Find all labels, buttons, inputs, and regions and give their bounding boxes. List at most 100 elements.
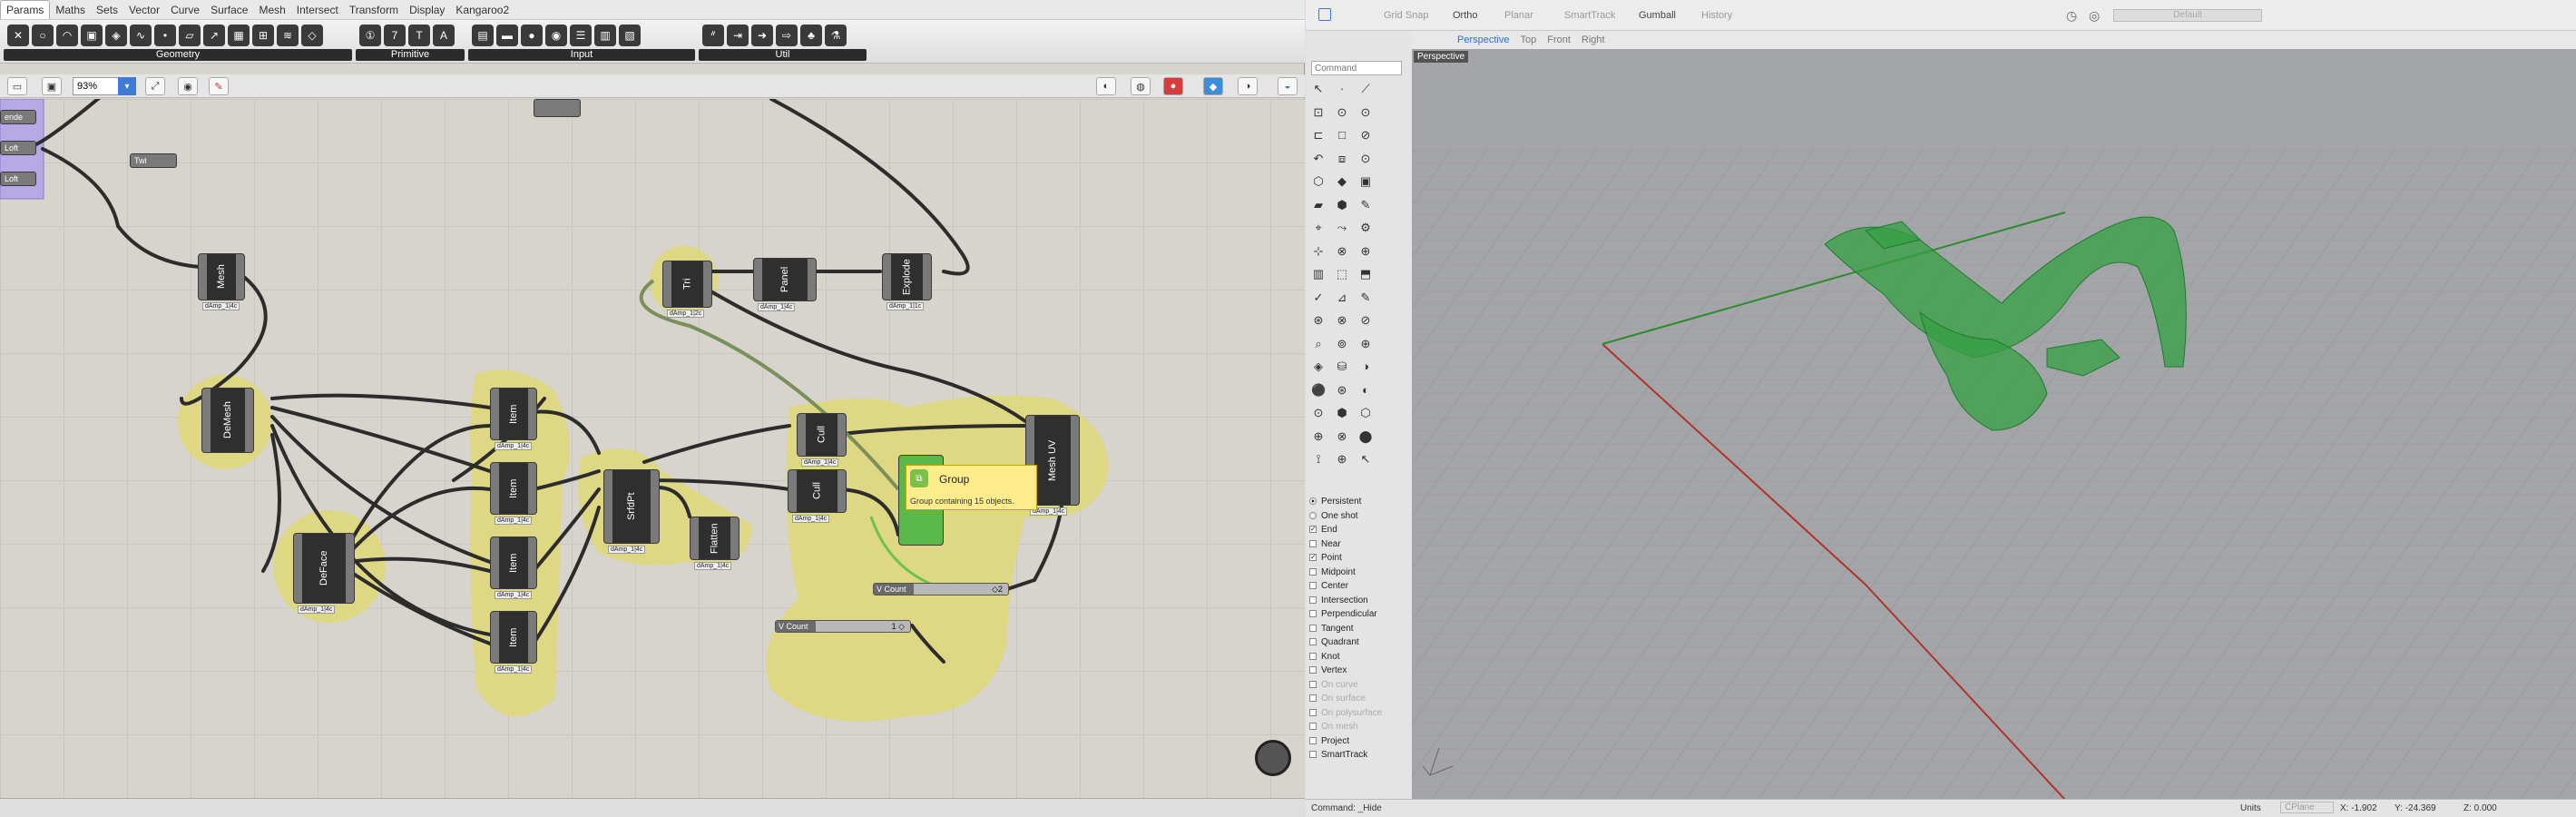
rhino-tool-icon[interactable]: · xyxy=(1335,82,1349,96)
osnap-persistent[interactable]: Persistent xyxy=(1309,495,1409,509)
text-icon[interactable]: T xyxy=(408,25,430,46)
rhino-tool-icon[interactable]: ⬒ xyxy=(1358,267,1373,281)
slider-icon[interactable]: ▬ xyxy=(496,25,518,46)
osnap-center[interactable]: Center xyxy=(1309,579,1409,594)
rhino-tool-icon[interactable]: ⊗ xyxy=(1335,313,1349,328)
osnap-vertex[interactable]: Vertex xyxy=(1309,664,1409,678)
rhino-tool-icon[interactable]: ⧈ xyxy=(1335,152,1349,166)
checkbox[interactable]: ✓ xyxy=(1309,526,1317,534)
radio-button[interactable] xyxy=(1309,497,1317,506)
display-icon[interactable]: ◑ xyxy=(1238,77,1258,95)
rhino-tool-icon[interactable]: ⌖ xyxy=(1311,221,1326,235)
osnap-on-surface[interactable]: On surface xyxy=(1309,692,1409,706)
integer-icon[interactable]: ① xyxy=(359,25,381,46)
osnap-midpoint[interactable]: Midpoint xyxy=(1309,566,1409,580)
cropped-node[interactable] xyxy=(534,99,581,117)
mode-ortho[interactable]: Ortho xyxy=(1453,10,1478,21)
rhino-tool-icon[interactable]: ✎ xyxy=(1358,198,1373,212)
status-cplane[interactable]: CPlane xyxy=(2280,802,2334,813)
jump-icon[interactable]: ⇥ xyxy=(727,25,749,46)
osnap-on-mesh[interactable]: On mesh xyxy=(1309,720,1409,734)
osnap-on-polysurface[interactable]: On polysurface xyxy=(1309,706,1409,721)
rhino-tool-icon[interactable]: ⛁ xyxy=(1335,359,1349,374)
tab-vector[interactable]: Vector xyxy=(123,1,165,19)
checkbox[interactable] xyxy=(1309,539,1317,547)
tab-sets[interactable]: Sets xyxy=(91,1,123,19)
viewport-label[interactable]: Perspective xyxy=(1414,51,1469,63)
sketch-icon[interactable]: ✎ xyxy=(209,77,229,95)
rhino-tool-icon[interactable]: ⊡ xyxy=(1311,105,1326,120)
rhino-tool-icon[interactable]: ⚫ xyxy=(1311,383,1326,398)
rhino-tool-icon[interactable]: ⊹ xyxy=(1311,244,1326,259)
preview-wire-icon[interactable]: ◐ xyxy=(1096,77,1116,95)
rhino-tool-icon[interactable]: ▰ xyxy=(1311,198,1326,212)
plane-icon[interactable]: ▱ xyxy=(179,25,201,46)
rhino-tool-icon[interactable]: ⊿ xyxy=(1335,290,1349,305)
vector-icon[interactable]: ↗ xyxy=(203,25,225,46)
rhino-tool-icon[interactable]: ✎ xyxy=(1358,290,1373,305)
rhino-tool-icon[interactable]: □ xyxy=(1335,128,1349,143)
component-item[interactable]: Item dAmp_1|4c xyxy=(490,388,537,450)
brep-icon[interactable]: ◈ xyxy=(105,25,127,46)
mode-grid-snap[interactable]: Grid Snap xyxy=(1384,10,1429,21)
component-item[interactable]: Item dAmp_1|4c xyxy=(490,462,537,525)
component-mesh[interactable]: Mesh dAmp_1|4c xyxy=(198,253,245,310)
relay-icon[interactable]: ⇨ xyxy=(776,25,798,46)
osnap-end[interactable]: ✓ End xyxy=(1309,523,1409,537)
rhino-tool-icon[interactable]: ⬡ xyxy=(1358,406,1373,420)
rhino-tool-icon[interactable]: ▥ xyxy=(1311,267,1326,281)
rhino-tool-icon[interactable]: ⤳ xyxy=(1335,221,1349,235)
rhino-tool-icon[interactable]: ⬢ xyxy=(1335,406,1349,420)
osnap-near[interactable]: Near xyxy=(1309,537,1409,552)
checkbox[interactable] xyxy=(1309,596,1317,604)
component-panel[interactable]: Panel dAmp_1|4c xyxy=(753,258,817,311)
rhino-tool-icon[interactable]: ⟟ xyxy=(1311,452,1326,467)
osnap-one-shot[interactable]: One shot xyxy=(1309,509,1409,524)
rhino-tool-icon[interactable]: ⊏ xyxy=(1311,128,1326,143)
rhino-tool-icon[interactable]: ⊛ xyxy=(1311,313,1326,328)
flask-icon[interactable]: ⚗ xyxy=(825,25,847,46)
arc-icon[interactable]: ◠ xyxy=(56,25,78,46)
rhino-tool-icon[interactable]: ◈ xyxy=(1311,359,1326,374)
zoom-dropdown-icon[interactable]: ▾ xyxy=(118,77,136,95)
rhino-tool-icon[interactable]: ⊘ xyxy=(1358,313,1373,328)
navigation-compass-icon[interactable] xyxy=(1255,740,1291,776)
mode-smarttrack[interactable]: SmartTrack xyxy=(1564,10,1615,21)
preview-selected-icon[interactable]: ● xyxy=(1163,77,1183,95)
bake-icon[interactable]: ◆ xyxy=(1203,77,1223,95)
rhino-tool-icon[interactable]: ⊙ xyxy=(1335,105,1349,120)
grasshopper-canvas[interactable]: ende Loft Loft Twi Mesh dAmp_1|4c Tri dAmp… xyxy=(0,99,1305,798)
rhino-tool-icon[interactable]: ⬚ xyxy=(1335,267,1349,281)
color-icon[interactable]: ● xyxy=(521,25,543,46)
component-cull[interactable]: Cull dAmp_1|4c xyxy=(797,413,847,467)
rhino-tool-icon[interactable]: ⊛ xyxy=(1335,383,1349,398)
tab-mesh[interactable]: Mesh xyxy=(253,1,290,19)
rhino-tool-icon[interactable]: ▣ xyxy=(1358,174,1373,189)
arrow-icon[interactable]: ➜ xyxy=(751,25,773,46)
tab-surface[interactable]: Surface xyxy=(205,1,253,19)
component-explode[interactable]: Explode dAmp_1|1c xyxy=(882,253,932,310)
curve-icon[interactable]: ∿ xyxy=(130,25,152,46)
field-icon[interactable]: ≋ xyxy=(277,25,299,46)
sidebar-toggle-icon[interactable] xyxy=(1318,8,1331,21)
command-input[interactable] xyxy=(1311,61,1402,75)
canvas-settings-icon[interactable]: ◒ xyxy=(1278,77,1298,95)
rhino-tool-icon[interactable]: ↶ xyxy=(1311,152,1326,166)
status-units[interactable]: Units xyxy=(2240,803,2261,813)
osnap-on-curve[interactable]: On curve xyxy=(1309,678,1409,693)
radio-button[interactable] xyxy=(1309,511,1317,519)
rhino-tool-icon[interactable]: ⊙ xyxy=(1358,152,1373,166)
checkbox[interactable] xyxy=(1309,638,1317,646)
tab-right[interactable]: Right xyxy=(1582,34,1605,45)
open-file-icon[interactable]: ▭ xyxy=(7,77,27,95)
rhino-tool-icon[interactable]: ↖ xyxy=(1311,82,1326,96)
twisted-box-icon[interactable]: ◇ xyxy=(301,25,323,46)
rhino-tool-icon[interactable]: ⬢ xyxy=(1335,198,1349,212)
list-icon[interactable]: ☰ xyxy=(570,25,592,46)
tab-curve[interactable]: Curve xyxy=(165,1,205,19)
zoom-extents-icon[interactable]: ⤢ xyxy=(145,77,165,95)
rhino-tool-icon[interactable]: ✓ xyxy=(1311,290,1326,305)
rhino-tool-icon[interactable]: ⊗ xyxy=(1335,244,1349,259)
checkbox[interactable] xyxy=(1309,723,1317,731)
component-item[interactable]: Item dAmp_1|4c xyxy=(490,536,537,599)
